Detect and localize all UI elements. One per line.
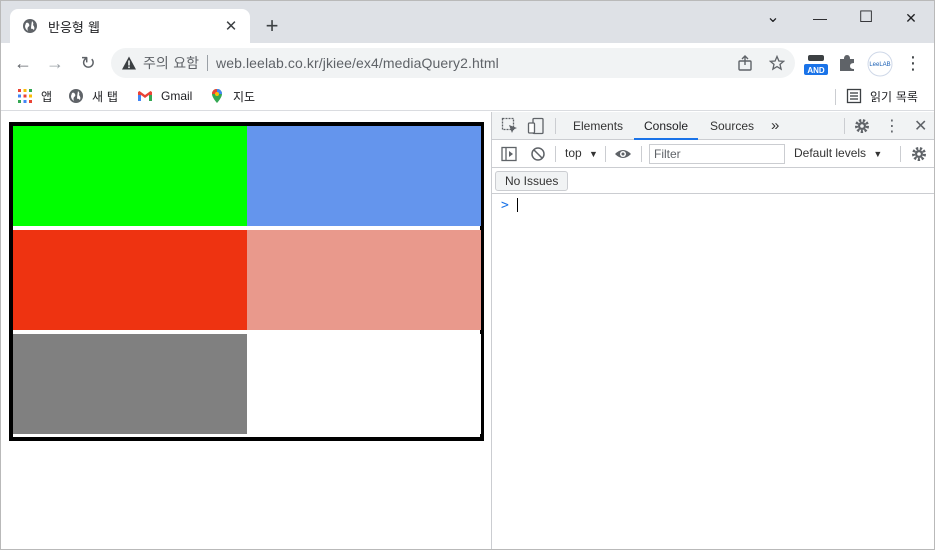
- devtools-tabbar: Elements Console Sources » ⋮ ✕: [492, 112, 934, 140]
- tab-elements[interactable]: Elements: [573, 112, 623, 140]
- new-tab-button[interactable]: +: [261, 15, 283, 37]
- devtools-close-icon[interactable]: ✕: [914, 116, 927, 136]
- bookmark-newtab[interactable]: 새 탭: [68, 87, 118, 105]
- forward-button[interactable]: →: [43, 51, 67, 75]
- color-box-3: [13, 230, 247, 330]
- address-bar[interactable]: 주의 요함 web.leelab.co.kr/jkiee/ex4/mediaQu…: [111, 48, 795, 78]
- color-box-1: [13, 126, 247, 226]
- bookmark-newtab-label: 새 탭: [92, 89, 118, 104]
- share-icon[interactable]: [737, 55, 753, 71]
- color-box-6: [247, 334, 481, 434]
- reload-button[interactable]: ↻: [76, 51, 100, 75]
- bookmark-apps[interactable]: 앱: [17, 87, 52, 105]
- issues-bar: No Issues: [492, 168, 934, 194]
- log-levels-dropdown[interactable]: Default levels ▼: [794, 146, 882, 160]
- no-issues-button[interactable]: No Issues: [495, 171, 569, 191]
- globe-icon: [69, 89, 83, 103]
- console-filter-input[interactable]: Filter: [649, 144, 785, 164]
- bookmark-apps-label: 앱: [41, 89, 53, 104]
- console-divider-3: [641, 146, 642, 162]
- console-toolbar: top ▼ Filter Default levels ▼: [492, 140, 934, 168]
- color-box-4: [247, 230, 481, 330]
- url-text[interactable]: web.leelab.co.kr/jkiee/ex4/mediaQuery2.h…: [216, 55, 499, 71]
- device-toolbar-icon[interactable]: [527, 117, 545, 135]
- maximize-button[interactable]: ☐: [855, 7, 877, 29]
- tab-close-icon[interactable]: ✕: [222, 17, 240, 35]
- gmail-icon: [138, 91, 152, 101]
- extension-and-label: AND: [807, 66, 825, 75]
- tab-active[interactable]: 반응형 웹 ✕: [10, 9, 250, 43]
- window-close-button[interactable]: ✕: [900, 7, 922, 29]
- tabbar-divider-2: [844, 118, 845, 134]
- bookmark-star-icon[interactable]: [769, 55, 785, 71]
- page-viewport: [1, 112, 491, 549]
- tab-title: 반응형 웹: [48, 20, 100, 36]
- tab-sources[interactable]: Sources: [710, 112, 754, 140]
- reading-list-label: 읽기 목록: [870, 89, 918, 104]
- devtools-menu-icon[interactable]: ⋮: [884, 116, 900, 136]
- extension-and-icon[interactable]: AND: [803, 51, 829, 77]
- console-divider: [555, 146, 556, 162]
- warning-icon[interactable]: [121, 55, 137, 71]
- apps-grid-icon: [18, 89, 32, 103]
- console-prompt-icon: >: [501, 198, 509, 213]
- context-dropdown-icon: ▼: [589, 149, 598, 159]
- context-selector[interactable]: top ▼: [565, 146, 598, 160]
- extensions-puzzle-icon[interactable]: [837, 53, 857, 73]
- levels-dropdown-icon: ▼: [873, 149, 883, 159]
- console-divider-4: [900, 146, 901, 162]
- omnibox-divider: [206, 55, 208, 71]
- clear-console-icon[interactable]: [529, 145, 547, 163]
- reading-list-icon: [846, 88, 862, 104]
- bookmark-maps[interactable]: 지도: [209, 87, 255, 105]
- bookmark-gmail[interactable]: Gmail: [137, 87, 192, 105]
- more-tabs-button[interactable]: »: [771, 112, 779, 140]
- browser-window: 반응형 웹 ✕ + ⌄ — ☐ ✕ ← → ↻ 주의 요함 web.leelab…: [0, 0, 935, 550]
- back-button[interactable]: ←: [11, 51, 35, 75]
- bookmarks-divider: [835, 89, 836, 105]
- media-query-container: [9, 122, 484, 441]
- tabbar-divider: [555, 118, 556, 134]
- reading-list-button[interactable]: 읽기 목록: [846, 87, 918, 105]
- context-label: top: [565, 146, 582, 160]
- browser-toolbar: ← → ↻ 주의 요함 web.leelab.co.kr/jkiee/ex4/m…: [1, 43, 934, 83]
- devtools-panel: Elements Console Sources » ⋮ ✕ top ▼ Fil…: [491, 112, 934, 549]
- console-settings-gear-icon[interactable]: [910, 145, 928, 163]
- live-expression-eye-icon[interactable]: [614, 145, 632, 163]
- tab-console[interactable]: Console: [634, 112, 699, 140]
- sidebar-toggle-icon[interactable]: [500, 145, 518, 163]
- bookmark-gmail-label: Gmail: [161, 89, 193, 103]
- chrome-menu-button[interactable]: ⋮: [901, 51, 925, 75]
- bookmark-maps-label: 지도: [233, 89, 256, 104]
- color-box-5: [13, 334, 247, 434]
- color-box-2: [247, 126, 481, 226]
- maps-pin-icon: [212, 89, 222, 103]
- minimize-button[interactable]: —: [809, 7, 831, 29]
- tab-search-icon[interactable]: ⌄: [762, 7, 784, 29]
- tab-strip: 반응형 웹 ✕ + ⌄ — ☐ ✕: [1, 1, 934, 43]
- globe-icon: [23, 19, 37, 33]
- security-label[interactable]: 주의 요함: [143, 53, 199, 73]
- log-levels-label: Default levels: [794, 146, 867, 160]
- console-divider-2: [605, 146, 606, 162]
- profile-label: LeeLAB: [869, 62, 890, 68]
- console-input[interactable]: [517, 198, 518, 212]
- inspect-element-icon[interactable]: [501, 117, 519, 135]
- settings-gear-icon[interactable]: [853, 117, 871, 135]
- profile-avatar[interactable]: LeeLAB: [867, 51, 893, 77]
- bookmarks-bar: 앱 새 탭 Gmail 지도 읽기 목록: [1, 83, 934, 111]
